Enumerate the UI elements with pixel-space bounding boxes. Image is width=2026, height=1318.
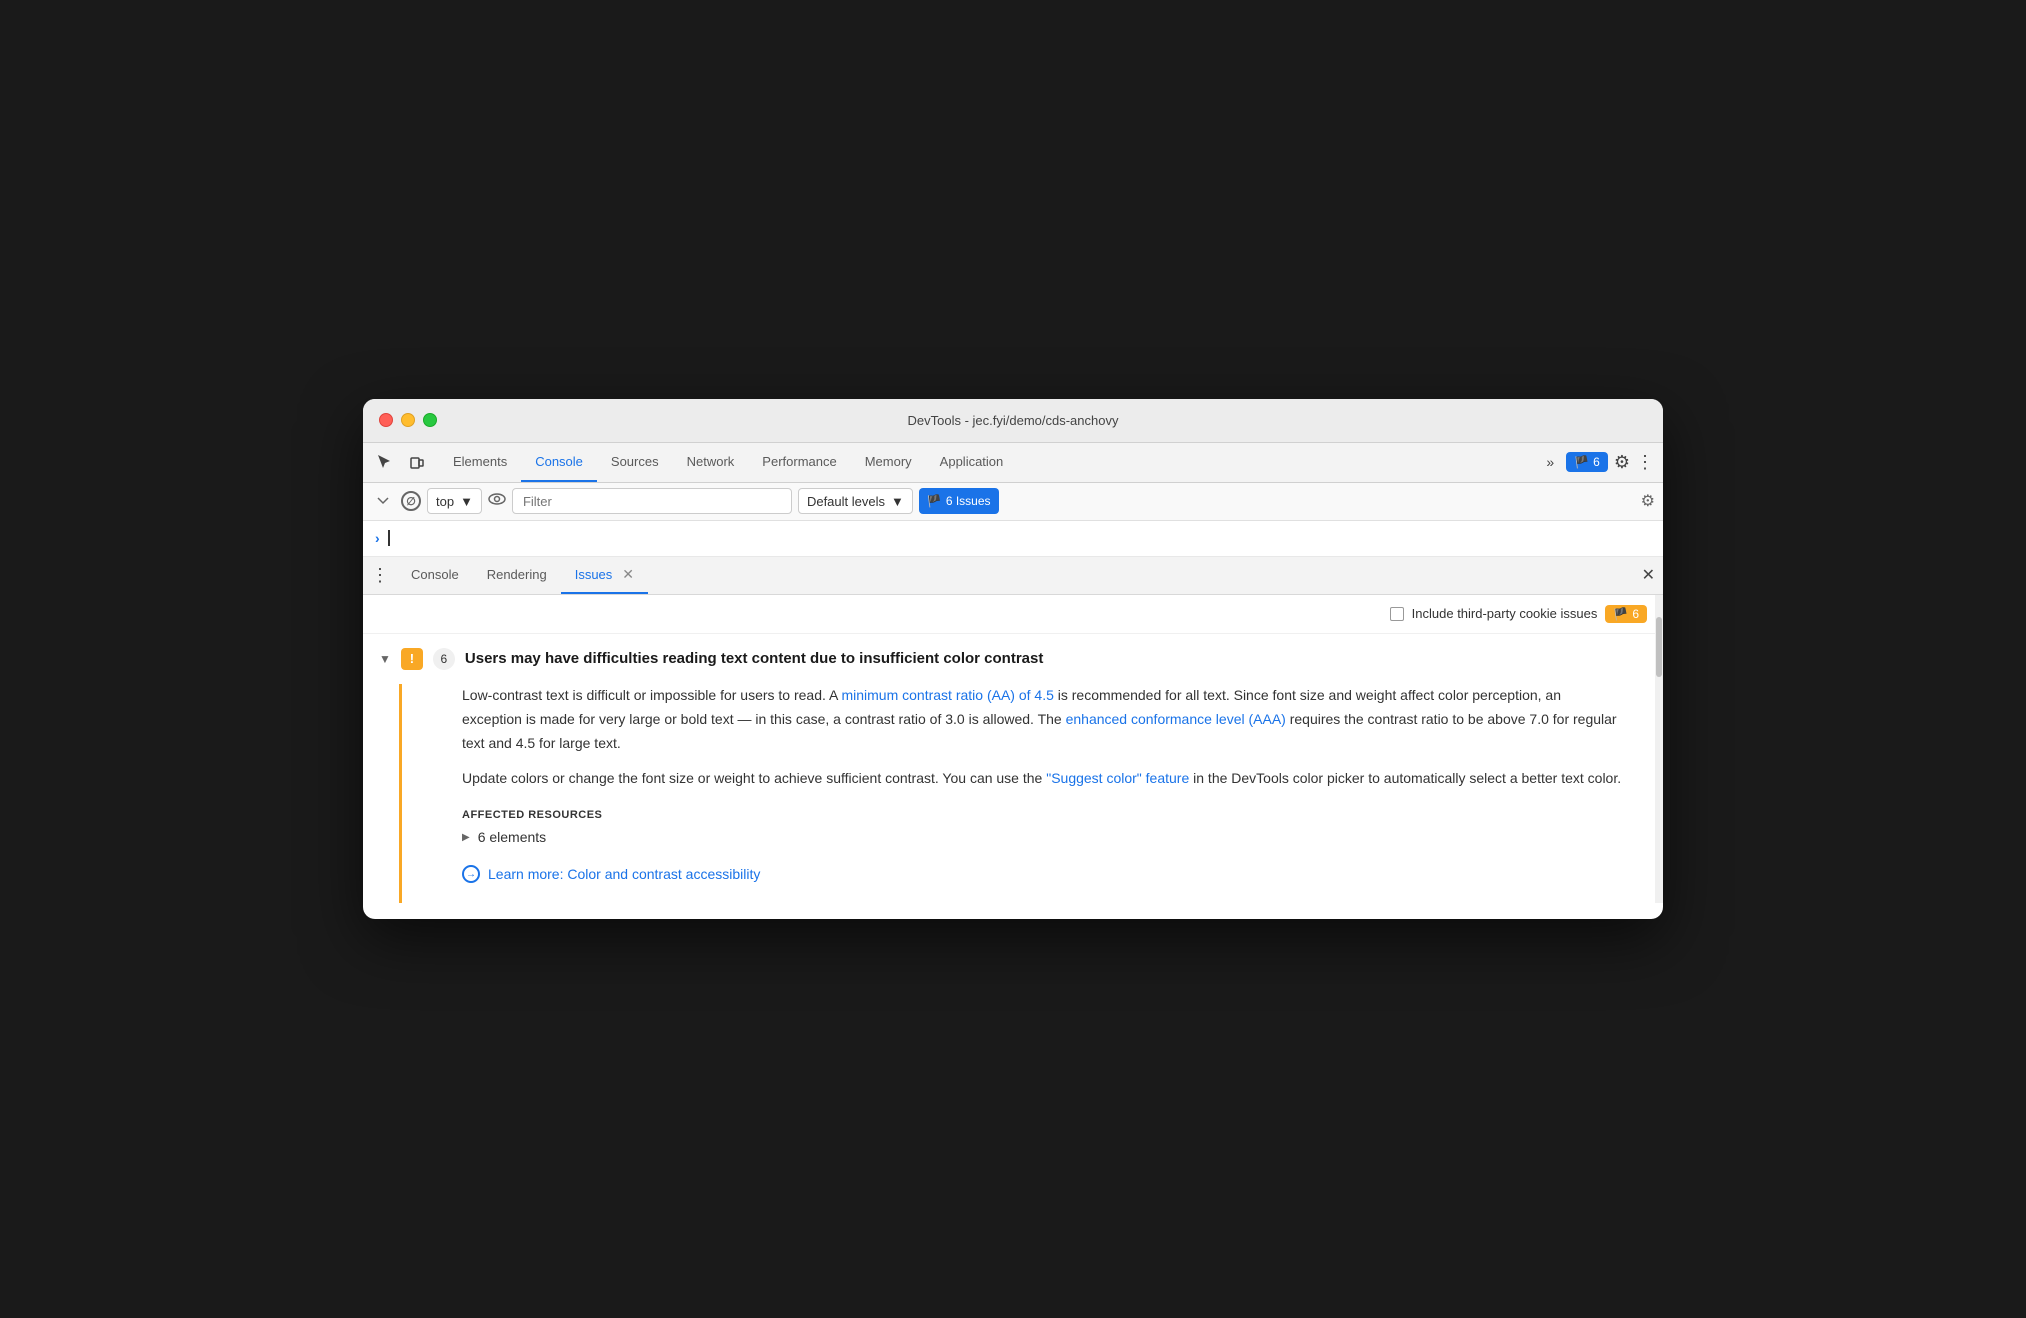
issues-flag-icon: 🏴	[1574, 455, 1589, 469]
no-errors-icon[interactable]: ∅	[401, 491, 421, 511]
levels-label: Default levels	[807, 494, 885, 509]
fullscreen-button[interactable]	[423, 413, 437, 427]
issue-description-p1: Low-contrast text is difficult or imposs…	[462, 684, 1623, 755]
learn-more-link[interactable]: Learn more: Color and contrast accessibi…	[488, 866, 760, 882]
tab-performance[interactable]: Performance	[748, 443, 850, 482]
console-bar: ∅ top ▼ Default levels ▼ 🏴 6 Issues ⚙	[363, 483, 1663, 521]
filter-input[interactable]	[512, 488, 792, 514]
elements-toggle-arrow: ▶	[462, 832, 470, 843]
frame-selector[interactable]: top ▼	[427, 488, 482, 514]
issues-count-text: 6 Issues	[946, 494, 991, 508]
third-party-label: Include third-party cookie issues	[1412, 606, 1598, 621]
issue-count: 6	[433, 648, 455, 670]
devtools-toolbar: Elements Console Sources Network Perform…	[363, 443, 1663, 483]
minimize-button[interactable]	[401, 413, 415, 427]
learn-more-circle-icon: →	[462, 865, 480, 883]
console-settings-button[interactable]: ⚙	[1641, 491, 1655, 511]
main-nav-tabs: Elements Console Sources Network Perform…	[439, 443, 1540, 482]
secondary-tabs-menu-button[interactable]: ⋮	[371, 565, 389, 586]
tab-sources[interactable]: Sources	[597, 443, 673, 482]
device-toolbar-button[interactable]	[403, 448, 431, 476]
issue-item: ▼ ! 6 Users may have difficulties readin…	[363, 634, 1663, 903]
suggest-color-link[interactable]: "Suggest color" feature	[1046, 770, 1189, 786]
traffic-lights	[379, 413, 437, 427]
issue-title: Users may have difficulties reading text…	[465, 650, 1043, 667]
issue-content: Low-contrast text is difficult or imposs…	[399, 684, 1647, 903]
console-left-icon	[371, 489, 395, 513]
scrollbar[interactable]	[1655, 595, 1663, 903]
toolbar-right: » 🏴 6 ⚙ ⋮	[1540, 450, 1655, 474]
title-bar: DevTools - jec.fyi/demo/cds-anchovy	[363, 399, 1663, 443]
tab-elements[interactable]: Elements	[439, 443, 521, 482]
elements-count: 6 elements	[478, 829, 546, 845]
issue-warning-icon: !	[401, 648, 423, 670]
settings-button[interactable]: ⚙	[1614, 452, 1630, 473]
warning-count: 6	[1632, 607, 1639, 621]
warning-icon-flag: 🏴	[1613, 607, 1628, 621]
issue-description-p2: Update colors or change the font size or…	[462, 767, 1623, 791]
tab-issues[interactable]: Issues ✕	[561, 557, 648, 594]
third-party-checkbox[interactable]	[1390, 607, 1404, 621]
tab-console[interactable]: Console	[521, 443, 597, 482]
secondary-tabs-bar: ⋮ Console Rendering Issues ✕ ✕	[363, 557, 1663, 595]
more-tabs-button[interactable]: »	[1540, 450, 1560, 474]
tab-network[interactable]: Network	[673, 443, 749, 482]
console-input-area[interactable]: ›	[363, 521, 1663, 557]
levels-selector[interactable]: Default levels ▼	[798, 488, 913, 514]
chevron-down-icon: ▼	[379, 652, 391, 666]
console-cursor	[388, 530, 390, 546]
affected-resources: AFFECTED RESOURCES ▶ 6 elements	[462, 809, 1623, 845]
inspect-element-button[interactable]	[371, 448, 399, 476]
close-drawer-button[interactable]: ✕	[1642, 565, 1655, 585]
issues-button[interactable]: 🏴 6	[1566, 452, 1608, 472]
third-party-checkbox-container: Include third-party cookie issues	[1390, 606, 1598, 621]
issues-count-badge[interactable]: 🏴 6 Issues	[919, 488, 999, 514]
tab-rendering[interactable]: Rendering	[473, 557, 561, 594]
devtools-window: DevTools - jec.fyi/demo/cds-anchovy Elem…	[363, 399, 1663, 919]
close-button[interactable]	[379, 413, 393, 427]
third-party-row: Include third-party cookie issues 🏴 6	[363, 595, 1663, 634]
levels-dropdown-icon: ▼	[891, 494, 904, 509]
scrollbar-thumb[interactable]	[1656, 617, 1662, 677]
issues-tab-close-button[interactable]: ✕	[622, 566, 634, 583]
window-title: DevTools - jec.fyi/demo/cds-anchovy	[908, 413, 1119, 428]
toolbar-left-icons	[371, 448, 431, 476]
eye-icon[interactable]	[488, 492, 506, 511]
more-options-button[interactable]: ⋮	[1636, 452, 1655, 473]
elements-toggle[interactable]: ▶ 6 elements	[462, 829, 1623, 845]
learn-more-section: → Learn more: Color and contrast accessi…	[462, 865, 1623, 883]
tab-application[interactable]: Application	[926, 443, 1018, 482]
console-prompt: ›	[375, 530, 380, 546]
issues-panel: Include third-party cookie issues 🏴 6 ▼ …	[363, 595, 1663, 903]
issue-header[interactable]: ▼ ! 6 Users may have difficulties readin…	[363, 634, 1663, 684]
tab-console-secondary[interactable]: Console	[397, 557, 473, 594]
issues-warning-badge: 🏴 6	[1605, 605, 1647, 623]
issue-description: Low-contrast text is difficult or imposs…	[462, 684, 1623, 791]
frame-value: top	[436, 494, 454, 509]
aaa-conformance-link[interactable]: enhanced conformance level (AAA)	[1066, 711, 1286, 727]
frame-dropdown-icon: ▼	[460, 494, 473, 509]
contrast-ratio-link[interactable]: minimum contrast ratio (AA) of 4.5	[841, 687, 1053, 703]
issues-count: 6	[1593, 455, 1600, 469]
issues-flag-icon2: 🏴	[927, 494, 942, 508]
tab-memory[interactable]: Memory	[851, 443, 926, 482]
affected-resources-title: AFFECTED RESOURCES	[462, 809, 1623, 821]
